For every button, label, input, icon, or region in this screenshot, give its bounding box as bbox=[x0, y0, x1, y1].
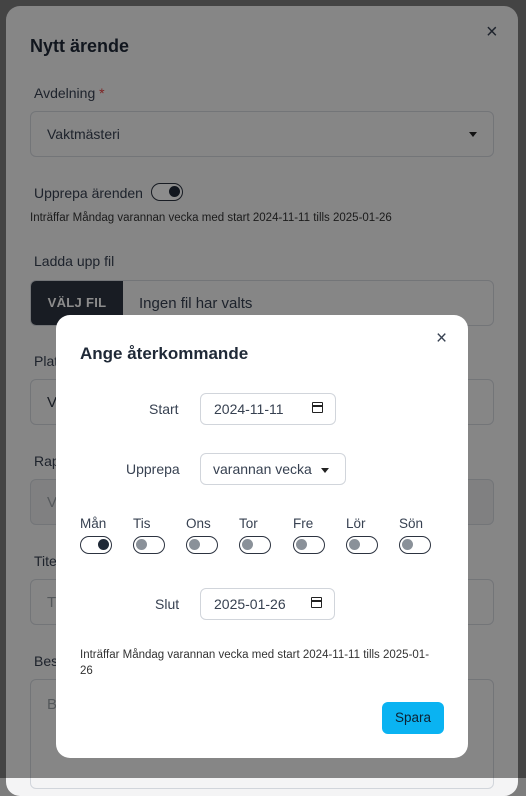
end-date-input[interactable]: 2025-01-26 bbox=[200, 588, 335, 620]
weekday-toggle[interactable] bbox=[80, 536, 112, 554]
repeat-interval-label: Upprepa bbox=[126, 461, 180, 477]
weekday-toggle[interactable] bbox=[399, 536, 431, 554]
weekday-label: Tor bbox=[239, 516, 258, 531]
start-date-input[interactable]: 2024-11-11 bbox=[200, 393, 336, 425]
weekday-toggle[interactable] bbox=[346, 536, 378, 554]
dialog-title: Ange återkommande bbox=[80, 344, 249, 363]
toggle-knob bbox=[189, 539, 200, 550]
weekday-label: Lör bbox=[346, 516, 366, 531]
calendar-icon[interactable] bbox=[312, 402, 323, 413]
start-date-value: 2024-11-11 bbox=[214, 401, 284, 417]
calendar-icon[interactable] bbox=[311, 597, 322, 608]
weekday-label: Sön bbox=[399, 516, 424, 531]
weekday-label: Fre bbox=[293, 516, 314, 531]
toggle-knob bbox=[98, 539, 109, 550]
weekday-toggle[interactable] bbox=[293, 536, 325, 554]
start-label: Start bbox=[149, 401, 179, 417]
recurrence-summary: Inträffar Måndag varannan vecka med star… bbox=[80, 649, 430, 677]
repeat-interval-value: varannan vecka bbox=[213, 461, 312, 477]
weekday-toggle[interactable] bbox=[186, 536, 218, 554]
end-label: Slut bbox=[155, 596, 180, 612]
repeat-interval-select[interactable]: varannan vecka bbox=[200, 453, 346, 485]
toggle-knob bbox=[296, 539, 307, 550]
toggle-knob bbox=[349, 539, 360, 550]
chevron-down-icon bbox=[321, 468, 329, 473]
weekday-label: Tis bbox=[133, 516, 151, 531]
weekday-label: Mån bbox=[80, 516, 107, 531]
toggle-knob bbox=[242, 539, 253, 550]
toggle-knob bbox=[402, 539, 413, 550]
weekday-toggle[interactable] bbox=[239, 536, 271, 554]
save-button[interactable]: Spara bbox=[382, 702, 444, 734]
toggle-knob bbox=[136, 539, 147, 550]
weekday-label: Ons bbox=[186, 516, 211, 531]
end-date-value: 2025-01-26 bbox=[214, 596, 286, 612]
weekday-toggle[interactable] bbox=[133, 536, 165, 554]
recurrence-dialog: Ange återkommande × Start 2024-11-11 Upp… bbox=[56, 315, 468, 758]
close-icon[interactable]: × bbox=[436, 329, 447, 349]
